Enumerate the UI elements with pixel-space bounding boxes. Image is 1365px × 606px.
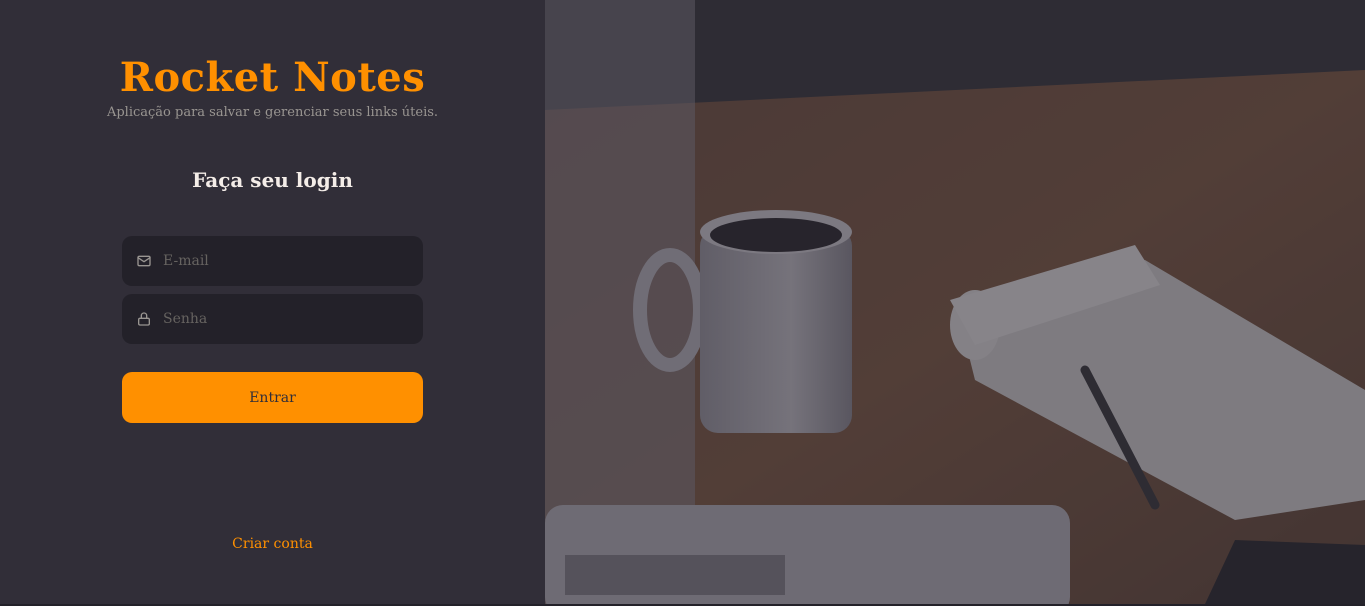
hero-dark-overlay bbox=[545, 0, 1365, 604]
lock-icon bbox=[136, 311, 152, 327]
email-input[interactable] bbox=[152, 236, 423, 286]
password-field[interactable] bbox=[122, 294, 423, 344]
password-input[interactable] bbox=[152, 294, 423, 344]
create-account-link[interactable]: Criar conta bbox=[0, 535, 545, 553]
mail-icon bbox=[136, 253, 152, 269]
hero-background-image bbox=[545, 0, 1365, 604]
login-heading: Faça seu login bbox=[192, 168, 353, 192]
app-title: Rocket Notes bbox=[119, 54, 426, 101]
app-subtitle: Aplicação para salvar e gerenciar seus l… bbox=[106, 105, 439, 120]
email-field[interactable] bbox=[122, 236, 423, 286]
login-button[interactable]: Entrar bbox=[122, 372, 423, 423]
login-form-panel: Rocket Notes Aplicação para salvar e ger… bbox=[0, 0, 545, 606]
